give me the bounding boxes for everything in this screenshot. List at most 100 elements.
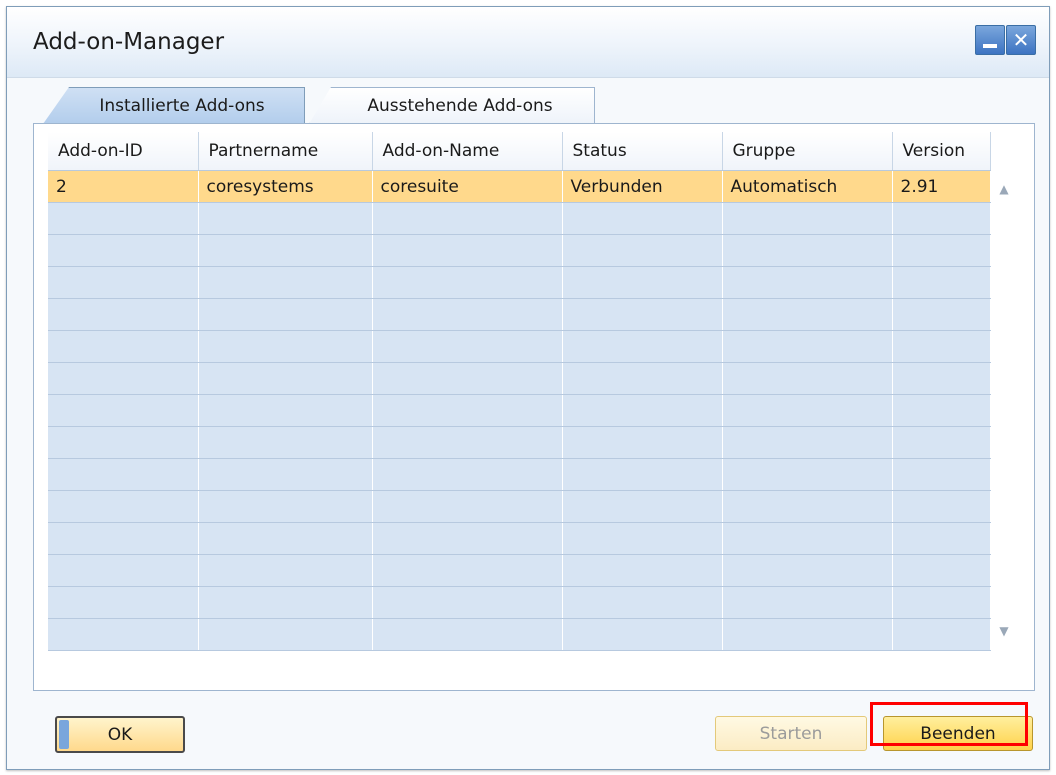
table-cell-empty xyxy=(722,202,893,235)
addons-panel: Add-on-ID Partnername Add-on-Name Status… xyxy=(33,123,1035,691)
table-cell-empty xyxy=(372,266,563,299)
table-cell-empty xyxy=(48,458,199,491)
column-header-addon-id[interactable]: Add-on-ID xyxy=(48,132,199,171)
table-cell-empty xyxy=(198,330,373,363)
ok-button[interactable]: OK xyxy=(55,716,185,753)
table-cell-empty xyxy=(892,426,991,459)
table-row-empty[interactable] xyxy=(48,586,991,619)
table-cell-empty xyxy=(48,554,199,587)
table-cell-empty xyxy=(722,330,893,363)
tab-installed-addons[interactable]: Installierte Add-ons xyxy=(43,87,305,124)
table-cell-empty xyxy=(562,266,723,299)
cell-addon-id: 2 xyxy=(48,170,199,203)
table-row-empty[interactable] xyxy=(48,394,991,427)
window-title: Add-on-Manager xyxy=(33,29,225,55)
table-cell-empty xyxy=(48,266,199,299)
highlight-frame xyxy=(870,702,1028,746)
cell-addon-name: coresuite xyxy=(372,170,563,203)
table-row-empty[interactable] xyxy=(48,202,991,235)
table-cell-empty xyxy=(372,202,563,235)
table-cell-empty xyxy=(372,426,563,459)
table-row-empty[interactable] xyxy=(48,554,991,587)
table-cell-empty xyxy=(48,330,199,363)
table-cell-empty xyxy=(48,394,199,427)
table-cell-empty xyxy=(198,522,373,555)
table-cell-empty xyxy=(722,554,893,587)
table-cell-empty xyxy=(562,394,723,427)
table-row-empty[interactable] xyxy=(48,298,991,331)
column-header-addon-name[interactable]: Add-on-Name xyxy=(372,132,563,171)
table-cell-empty xyxy=(562,298,723,331)
table-cell-empty xyxy=(892,266,991,299)
table-header-row: Add-on-ID Partnername Add-on-Name Status… xyxy=(48,132,991,171)
table-row[interactable]: 2 coresystems coresuite Verbunden Automa… xyxy=(48,170,991,203)
table-cell-empty xyxy=(562,490,723,523)
table-row-empty[interactable] xyxy=(48,330,991,363)
table-cell-empty xyxy=(722,522,893,555)
table-row-empty[interactable] xyxy=(48,522,991,555)
column-header-status[interactable]: Status xyxy=(562,132,723,171)
table-row-empty[interactable] xyxy=(48,234,991,267)
tab-label: Ausstehende Add-ons xyxy=(367,96,553,116)
table-cell-empty xyxy=(892,618,991,651)
table-cell-empty xyxy=(48,618,199,651)
table-cell-empty xyxy=(722,426,893,459)
table-cell-empty xyxy=(722,266,893,299)
table-cell-empty xyxy=(722,458,893,491)
ok-button-label: OK xyxy=(107,724,133,745)
cell-partner-name: coresystems xyxy=(198,170,373,203)
table-cell-empty xyxy=(722,618,893,651)
table-cell-empty xyxy=(892,394,991,427)
table-row-empty[interactable] xyxy=(48,362,991,395)
close-button[interactable]: ✕ xyxy=(1006,25,1036,55)
table-row-empty[interactable] xyxy=(48,458,991,491)
table-cell-empty xyxy=(562,234,723,267)
table-cell-empty xyxy=(722,362,893,395)
table-row-empty[interactable] xyxy=(48,618,991,651)
table-cell-empty xyxy=(48,490,199,523)
table-cell-empty xyxy=(372,554,563,587)
table-cell-empty xyxy=(372,458,563,491)
cell-version: 2.91 xyxy=(892,170,991,203)
table-row-empty[interactable] xyxy=(48,266,991,299)
table-cell-empty xyxy=(48,522,199,555)
table-cell-empty xyxy=(722,394,893,427)
table-cell-empty xyxy=(198,458,373,491)
add-on-manager-window: Add-on-Manager ✕ Installierte Add-ons Au… xyxy=(6,6,1050,770)
table-row-empty[interactable] xyxy=(48,426,991,459)
table-cell-empty xyxy=(198,362,373,395)
column-header-partner-name[interactable]: Partnername xyxy=(198,132,373,171)
table-cell-empty xyxy=(198,586,373,619)
minimize-button[interactable] xyxy=(975,25,1005,55)
column-header-group[interactable]: Gruppe xyxy=(722,132,893,171)
table-row-empty[interactable] xyxy=(48,490,991,523)
table-cell-empty xyxy=(198,234,373,267)
column-header-version[interactable]: Version xyxy=(892,132,991,171)
addons-table[interactable]: Add-on-ID Partnername Add-on-Name Status… xyxy=(48,132,991,651)
table-cell-empty xyxy=(562,522,723,555)
scroll-down-icon[interactable]: ▼ xyxy=(996,624,1012,638)
table-cell-empty xyxy=(198,618,373,651)
tab-pending-addons[interactable]: Ausstehende Add-ons xyxy=(309,87,595,124)
table-cell-empty xyxy=(892,330,991,363)
table-cell-empty xyxy=(48,298,199,331)
table-cell-empty xyxy=(198,202,373,235)
table-cell-empty xyxy=(372,330,563,363)
table-cell-empty xyxy=(562,618,723,651)
table-cell-empty xyxy=(48,202,199,235)
table-cell-empty xyxy=(198,490,373,523)
minimize-icon xyxy=(983,44,997,48)
table-cell-empty xyxy=(372,522,563,555)
cell-group: Automatisch xyxy=(722,170,893,203)
table-cell-empty xyxy=(562,586,723,619)
table-cell-empty xyxy=(892,522,991,555)
table-cell-empty xyxy=(48,362,199,395)
start-button[interactable]: Starten xyxy=(715,716,867,751)
table-cell-empty xyxy=(562,458,723,491)
table-cell-empty xyxy=(372,394,563,427)
table-cell-empty xyxy=(372,586,563,619)
table-cell-empty xyxy=(48,426,199,459)
scroll-up-icon[interactable]: ▲ xyxy=(996,182,1012,196)
table-cell-empty xyxy=(892,202,991,235)
cell-status: Verbunden xyxy=(562,170,723,203)
